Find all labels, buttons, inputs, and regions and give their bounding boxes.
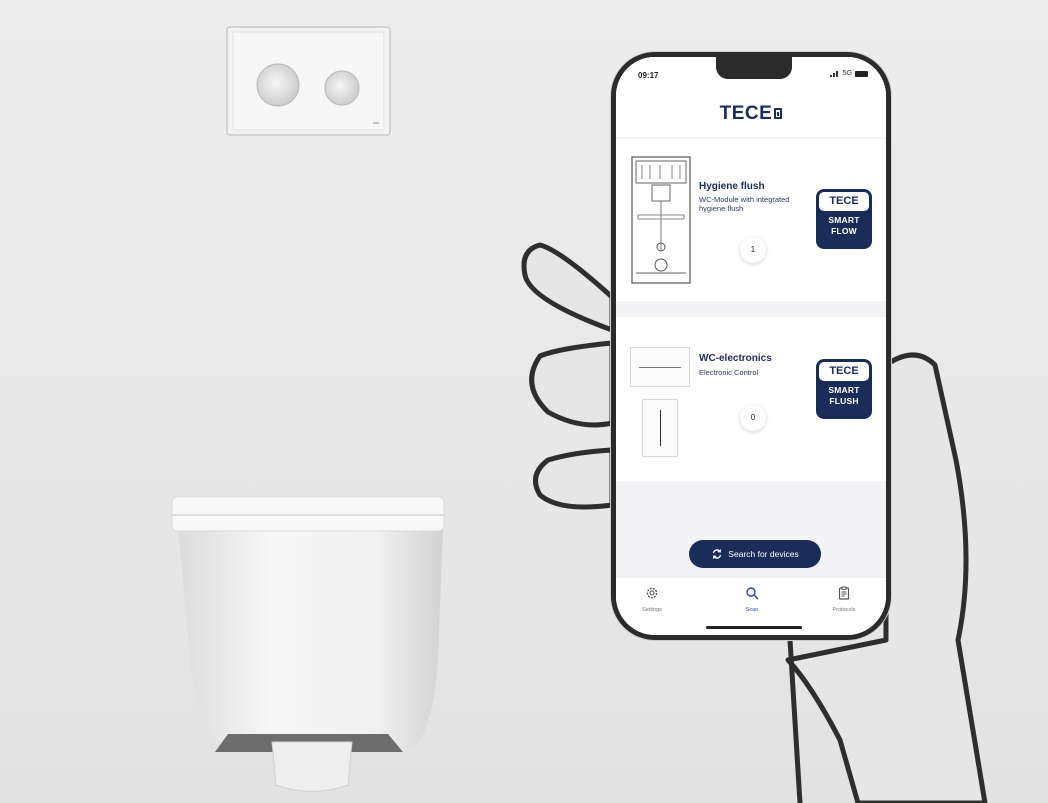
- app-logo: TECE: [616, 103, 886, 125]
- tab-protocols[interactable]: Protocols: [814, 586, 874, 613]
- large-flush-button: [256, 63, 300, 107]
- small-flush-button: [324, 70, 360, 106]
- badge-line-2: FLUSH: [829, 396, 859, 406]
- device-subtitle: WC-Module with integrated hygiene flush: [699, 195, 790, 213]
- tab-label: Settings: [642, 607, 662, 613]
- flush-plate: [226, 26, 391, 136]
- sensor-plate-image: [642, 399, 678, 457]
- clipboard-icon: [838, 586, 850, 600]
- tab-settings[interactable]: Settings: [622, 586, 682, 613]
- badge-brand: TECE: [819, 192, 869, 211]
- logo-mark-icon: [774, 108, 783, 119]
- wall-hung-toilet: [171, 496, 445, 792]
- status-indicators: 5G: [829, 70, 868, 77]
- phone-notch: [716, 57, 792, 79]
- home-indicator: [706, 626, 802, 629]
- signal-icon: [829, 70, 840, 77]
- network-label: 5G: [842, 70, 852, 77]
- smart-flow-badge: TECE SMART FLOW: [816, 189, 872, 249]
- search-devices-button[interactable]: Search for devices: [689, 540, 821, 568]
- status-time: 09:17: [638, 71, 659, 80]
- app-header: TECE: [616, 97, 886, 137]
- badge-brand: TECE: [819, 362, 869, 381]
- gear-icon: [646, 587, 658, 599]
- refresh-icon: [713, 549, 722, 559]
- device-count: 1: [740, 237, 766, 263]
- smartphone: 09:17 5G TECE Hygiene flush WC-Module wi…: [611, 52, 891, 640]
- device-card-hygiene-flush[interactable]: Hygiene flush WC-Module with integrated …: [616, 139, 886, 301]
- device-subtitle: Electronic Control: [699, 368, 759, 377]
- search-icon: [746, 587, 759, 600]
- control-panel-image: [630, 347, 690, 387]
- device-card-wc-electronics[interactable]: WC-electronics Electronic Control 0 TECE…: [616, 317, 886, 481]
- smart-flush-badge: TECE SMART FLUSH: [816, 359, 872, 419]
- badge-line-1: SMART: [828, 215, 860, 225]
- app-screen: 09:17 5G TECE Hygiene flush WC-Module wi…: [616, 57, 886, 635]
- bottom-tab-bar: Settings Scan Protocols: [616, 577, 886, 635]
- installation-frame-image: [631, 156, 691, 284]
- badge-line-2: FLOW: [831, 226, 857, 236]
- search-devices-label: Search for devices: [728, 549, 799, 559]
- tab-label: Scan: [745, 607, 759, 613]
- device-title: Hygiene flush: [699, 181, 765, 192]
- badge-line-1: SMART: [828, 385, 860, 395]
- device-count: 0: [740, 405, 766, 431]
- device-title: WC-electronics: [699, 353, 772, 364]
- tab-label: Protocols: [832, 607, 856, 613]
- tab-scan[interactable]: Scan: [722, 586, 782, 613]
- battery-icon: [855, 70, 868, 77]
